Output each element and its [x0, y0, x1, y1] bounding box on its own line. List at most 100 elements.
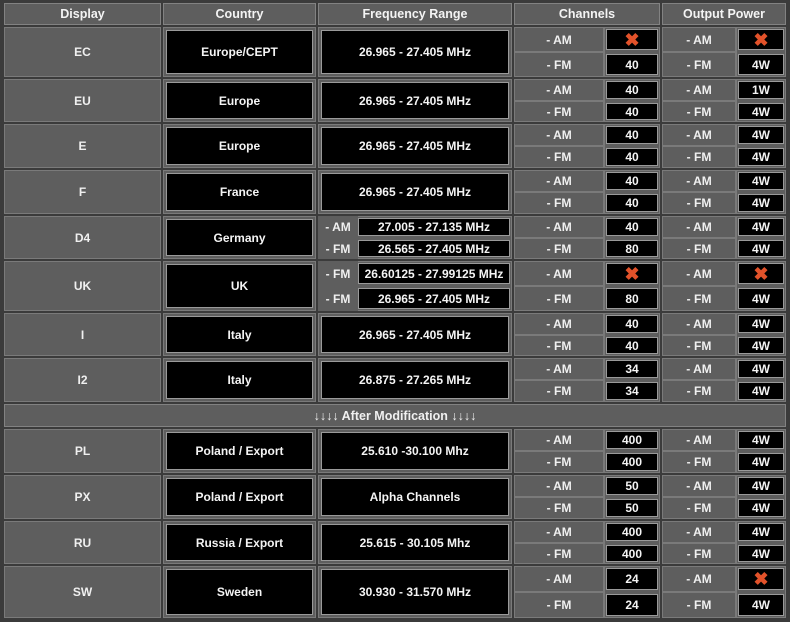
power-am-value: 4W — [738, 431, 784, 449]
power-fm-value: 4W — [738, 54, 784, 75]
channels-am-label: - AM — [514, 313, 604, 335]
frequency-mode-label: - FM — [318, 238, 358, 259]
channels-fm-label: - FM — [514, 592, 604, 618]
channels-fm-label: - FM — [514, 238, 604, 259]
header-output-power: Output Power — [662, 3, 786, 25]
power-am-label: - AM — [662, 429, 736, 451]
country-name: Germany — [166, 219, 313, 256]
country-name: Sweden — [166, 569, 313, 615]
frequency-range: 30.930 - 31.570 MHz — [321, 569, 509, 615]
frequency-range-am: 26.60125 - 27.99125 MHz — [358, 263, 510, 284]
channels-am-value: 40 — [606, 172, 658, 190]
power-am-label: - AM — [662, 124, 736, 146]
cross-icon: ✖ — [753, 29, 769, 50]
channels-fm-value: 34 — [606, 382, 658, 400]
channels-am-value: 40 — [606, 315, 658, 333]
power-am-label: - AM — [662, 27, 736, 52]
display-code: SW — [4, 566, 161, 618]
channels-fm-value: 40 — [606, 103, 658, 120]
channels-am-value: 50 — [606, 477, 658, 495]
power-am-value: 4W — [738, 126, 784, 144]
channels-am-label: - AM — [514, 521, 604, 543]
frequency-range: Alpha Channels — [321, 478, 509, 516]
country-name: Poland / Export — [166, 478, 313, 516]
power-fm-label: - FM — [662, 335, 736, 356]
channels-fm-value: 40 — [606, 337, 658, 354]
power-fm-label: - FM — [662, 592, 736, 618]
display-code: EU — [4, 79, 161, 122]
country-name: Italy — [166, 361, 313, 399]
power-am-value: ✖ — [738, 29, 784, 50]
power-am-label: - AM — [662, 313, 736, 335]
power-fm-label: - FM — [662, 146, 736, 168]
channels-am-label: - AM — [514, 170, 604, 192]
channels-fm-value: 40 — [606, 194, 658, 212]
channels-am-label: - AM — [514, 358, 604, 380]
display-code: UK — [4, 261, 161, 311]
channels-fm-label: - FM — [514, 146, 604, 168]
power-fm-label: - FM — [662, 497, 736, 519]
header-frequency-range: Frequency Range — [318, 3, 512, 25]
power-fm-value: 4W — [738, 594, 784, 616]
power-fm-label: - FM — [662, 543, 736, 564]
channels-fm-value: 80 — [606, 288, 658, 309]
frequency-mode-label: - FM — [318, 286, 358, 311]
country-name: Poland / Export — [166, 432, 313, 470]
channels-am-value: ✖ — [606, 263, 658, 284]
power-am-value: 4W — [738, 218, 784, 236]
power-am-label: - AM — [662, 261, 736, 286]
channels-fm-label: - FM — [514, 497, 604, 519]
frequency-range-am: 27.005 - 27.135 MHz — [358, 218, 510, 236]
channels-am-label: - AM — [514, 566, 604, 592]
display-code: E — [4, 124, 161, 168]
power-fm-value: 4W — [738, 382, 784, 400]
channels-am-value: 40 — [606, 126, 658, 144]
country-name: Europe — [166, 127, 313, 165]
channels-fm-value: 400 — [606, 453, 658, 471]
frequency-mode-label: - FM — [318, 261, 358, 286]
power-fm-label: - FM — [662, 286, 736, 311]
channels-fm-label: - FM — [514, 192, 604, 214]
header-display: Display — [4, 3, 161, 25]
channels-fm-value: 400 — [606, 545, 658, 562]
frequency-range: 26.965 - 27.405 MHz — [321, 127, 509, 165]
channels-am-label: - AM — [514, 216, 604, 238]
channels-am-label: - AM — [514, 79, 604, 101]
after-modification-separator: ↓↓↓↓ After Modification ↓↓↓↓ — [4, 404, 786, 427]
channels-fm-label: - FM — [514, 543, 604, 564]
power-am-value: 4W — [738, 477, 784, 495]
power-fm-value: 4W — [738, 499, 784, 517]
channels-am-value: 40 — [606, 218, 658, 236]
country-name: Europe/CEPT — [166, 30, 313, 74]
cross-icon: ✖ — [753, 569, 769, 589]
power-fm-value: 4W — [738, 103, 784, 120]
power-am-value: ✖ — [738, 568, 784, 590]
header-country: Country — [163, 3, 316, 25]
country-name: Europe — [166, 82, 313, 119]
channels-am-value: 24 — [606, 568, 658, 590]
power-fm-value: 4W — [738, 148, 784, 166]
display-code: PL — [4, 429, 161, 473]
power-fm-value: 4W — [738, 288, 784, 309]
frequency-range: 26.965 - 27.405 MHz — [321, 316, 509, 353]
channels-am-value: 400 — [606, 523, 658, 541]
country-name: UK — [166, 264, 313, 308]
channels-fm-label: - FM — [514, 380, 604, 402]
power-am-label: - AM — [662, 79, 736, 101]
channels-am-label: - AM — [514, 261, 604, 286]
channels-fm-label: - FM — [514, 286, 604, 311]
power-am-value: 4W — [738, 360, 784, 378]
frequency-range: 25.610 -30.100 Mhz — [321, 432, 509, 470]
power-am-value: ✖ — [738, 263, 784, 284]
channels-fm-value: 80 — [606, 240, 658, 257]
channels-fm-label: - FM — [514, 52, 604, 77]
power-fm-label: - FM — [662, 192, 736, 214]
cross-icon: ✖ — [624, 29, 640, 50]
power-fm-label: - FM — [662, 52, 736, 77]
power-fm-label: - FM — [662, 451, 736, 473]
power-fm-label: - FM — [662, 380, 736, 402]
power-fm-label: - FM — [662, 101, 736, 122]
channels-fm-label: - FM — [514, 335, 604, 356]
power-am-label: - AM — [662, 216, 736, 238]
power-fm-value: 4W — [738, 337, 784, 354]
